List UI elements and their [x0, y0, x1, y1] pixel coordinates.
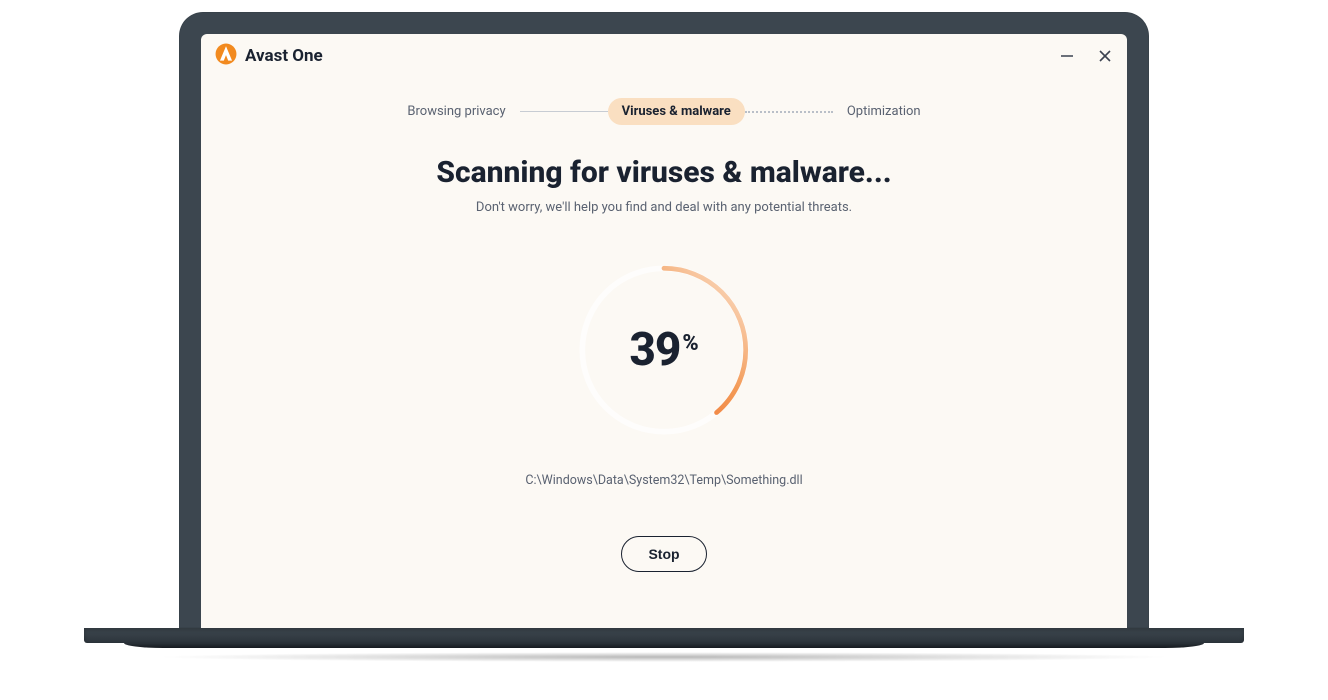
percent-symbol: % — [682, 331, 698, 356]
stepper-connector-pending — [745, 111, 833, 113]
step-viruses-malware[interactable]: Viruses & malware — [608, 98, 745, 125]
brand: Avast One — [215, 43, 323, 69]
close-icon — [1098, 49, 1112, 63]
progress-section: 39 % C:\Windows\Data\System32\Temp\Somet… — [201, 255, 1127, 488]
progress-label: 39 % — [569, 255, 759, 445]
app-window: Avast One — [201, 34, 1127, 628]
stage: Avast One — [0, 0, 1328, 700]
progress-ring: 39 % — [569, 255, 759, 445]
laptop-base-bottom — [124, 643, 1204, 649]
stop-button[interactable]: Stop — [621, 536, 706, 572]
minimize-icon — [1060, 49, 1074, 63]
progress-percent: 39 — [629, 323, 680, 377]
step-browsing-privacy[interactable]: Browsing privacy — [393, 98, 519, 125]
brand-name: Avast One — [245, 46, 323, 66]
current-scan-path: C:\Windows\Data\System32\Temp\Something.… — [525, 473, 802, 488]
stepper-connector-done — [520, 111, 608, 112]
page-title: Scanning for viruses & malware... — [201, 155, 1127, 190]
actions: Stop — [201, 536, 1127, 572]
laptop-screen-bezel: Avast One — [179, 12, 1149, 628]
titlebar: Avast One — [201, 34, 1127, 78]
laptop-shadow — [154, 652, 1174, 662]
step-optimization[interactable]: Optimization — [833, 98, 935, 125]
close-button[interactable] — [1095, 46, 1115, 66]
laptop-frame: Avast One — [179, 12, 1149, 662]
laptop-base — [84, 628, 1244, 662]
page-subtitle: Don't worry, we'll help you find and dea… — [201, 200, 1127, 215]
avast-logo-icon — [215, 43, 237, 69]
minimize-button[interactable] — [1057, 46, 1077, 66]
window-controls — [1057, 46, 1115, 66]
stepper: Browsing privacy Viruses & malware Optim… — [201, 98, 1127, 125]
laptop-base-top — [84, 628, 1244, 643]
